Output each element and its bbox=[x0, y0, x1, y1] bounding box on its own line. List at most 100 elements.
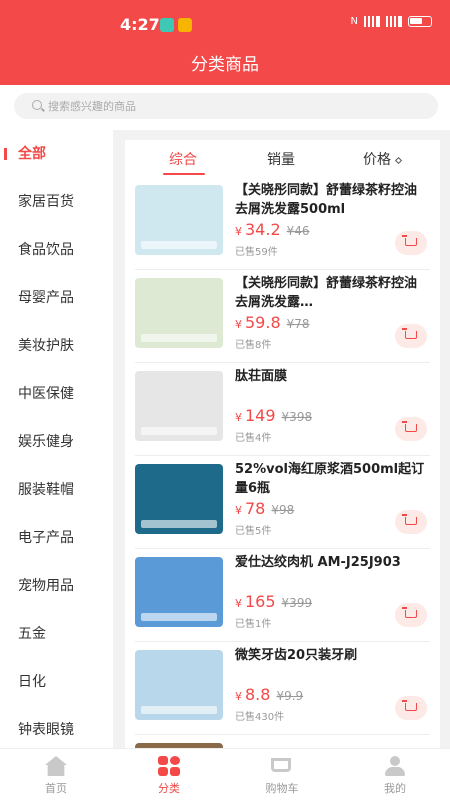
product-thumbnail bbox=[135, 371, 223, 441]
tab-category-label: 分类 bbox=[158, 782, 180, 795]
page-title: 分类商品 bbox=[191, 55, 259, 75]
search-placeholder: 搜索感兴趣的商品 bbox=[48, 100, 136, 113]
product-thumbnail bbox=[135, 278, 223, 348]
product-name: 【关晓彤同款】舒蕾绿茶籽控油去屑洗发露500ml bbox=[235, 183, 418, 217]
product-price: ¥34.2 ¥46 bbox=[235, 220, 310, 239]
status-indicators: N bbox=[351, 16, 432, 27]
product-thumbnail bbox=[135, 464, 223, 534]
product-item[interactable]: 52%vol海红原浆酒500ml起订量6瓶 ¥78 ¥98 已售5件 bbox=[125, 456, 440, 549]
sidebar-item-fitness[interactable]: 娱乐健身 bbox=[0, 418, 113, 466]
app-notification-icon bbox=[178, 18, 192, 32]
header-bar: 4:27 N 分类商品 bbox=[0, 0, 450, 85]
sort-price[interactable]: 价格 bbox=[363, 149, 403, 169]
sold-count: 已售430件 bbox=[235, 712, 285, 723]
shopping-cart-icon bbox=[271, 758, 291, 772]
cart-icon bbox=[402, 328, 417, 339]
sold-count: 已售59件 bbox=[235, 247, 278, 258]
product-price: ¥8.8 ¥9.9 bbox=[235, 685, 304, 704]
product-name: 肽荘面膜 bbox=[235, 369, 288, 384]
product-image-shape bbox=[141, 520, 217, 528]
battery-icon bbox=[408, 16, 432, 27]
product-price: ¥59.8 ¥78 bbox=[235, 313, 310, 332]
original-price: ¥398 bbox=[281, 410, 313, 424]
bottom-tab-bar: 首页 分类 购物车 我的 bbox=[0, 748, 450, 800]
tab-me[interactable]: 我的 bbox=[339, 749, 450, 800]
product-item[interactable] bbox=[125, 735, 440, 748]
cart-icon bbox=[402, 235, 417, 246]
product-price: ¥165 ¥399 bbox=[235, 592, 313, 611]
product-name: 微笑牙齿20只装牙刷 bbox=[235, 648, 358, 663]
sidebar-item-beauty[interactable]: 美妆护肤 bbox=[0, 322, 113, 370]
tab-category[interactable]: 分类 bbox=[113, 749, 225, 800]
sidebar-item-hardware[interactable]: 五金 bbox=[0, 610, 113, 658]
product-thumbnail bbox=[135, 557, 223, 627]
tab-home[interactable]: 首页 bbox=[0, 749, 112, 800]
sidebar-item-daily-chem[interactable]: 日化 bbox=[0, 658, 113, 706]
product-panel: 综合 销量 价格 【关晓彤同款】舒蕾绿茶籽控油去屑洗发露500ml ¥34.2 ¥… bbox=[125, 140, 440, 748]
product-name: 52%vol海红原浆酒500ml起订量6瓶 bbox=[235, 462, 425, 496]
cart-icon bbox=[402, 514, 417, 525]
sort-active-indicator bbox=[163, 173, 205, 175]
sidebar-item-all[interactable]: 全部 bbox=[0, 130, 113, 178]
sold-count: 已售4件 bbox=[235, 433, 272, 444]
category-sidebar: 全部 家居百货 食品饮品 母婴产品 美妆护肤 中医保健 娱乐健身 服装鞋帽 电子… bbox=[0, 130, 113, 748]
product-item[interactable]: 肽荘面膜 ¥149 ¥398 已售4件 bbox=[125, 363, 440, 456]
original-price: ¥9.9 bbox=[276, 689, 304, 703]
product-image-shape bbox=[141, 334, 217, 342]
cart-icon bbox=[402, 607, 417, 618]
tab-cart-label: 购物车 bbox=[265, 782, 299, 795]
sort-comprehensive[interactable]: 综合 bbox=[169, 149, 197, 169]
status-bar: 4:27 N bbox=[0, 0, 450, 40]
signal-icon bbox=[386, 16, 402, 27]
product-item[interactable]: 【关晓彤同款】舒蕾绿茶籽控油去屑洗发露500ml ¥34.2 ¥46 已售59件 bbox=[125, 177, 440, 270]
tab-home-label: 首页 bbox=[45, 782, 67, 795]
product-name: 爱仕达绞肉机 AM-J25J903 bbox=[235, 555, 401, 570]
sidebar-item-baby[interactable]: 母婴产品 bbox=[0, 274, 113, 322]
user-icon bbox=[384, 756, 406, 776]
sidebar-item-electronics[interactable]: 电子产品 bbox=[0, 514, 113, 562]
status-time: 4:27 bbox=[120, 15, 160, 34]
sold-count: 已售1件 bbox=[235, 619, 272, 630]
sidebar-item-food-drinks[interactable]: 食品饮品 bbox=[0, 226, 113, 274]
cart-icon bbox=[402, 700, 417, 711]
sidebar-item-pets[interactable]: 宠物用品 bbox=[0, 562, 113, 610]
original-price: ¥78 bbox=[286, 317, 310, 331]
product-image-shape bbox=[141, 706, 217, 714]
cart-icon bbox=[402, 421, 417, 432]
sort-sales[interactable]: 销量 bbox=[267, 149, 295, 169]
product-item[interactable]: 微笑牙齿20只装牙刷 ¥8.8 ¥9.9 已售430件 bbox=[125, 642, 440, 735]
search-input[interactable]: 搜索感兴趣的商品 bbox=[14, 93, 438, 119]
nfc-icon: N bbox=[350, 16, 358, 27]
add-to-cart-button[interactable] bbox=[395, 510, 427, 534]
product-image-shape bbox=[141, 613, 217, 621]
sidebar-item-home-goods[interactable]: 家居百货 bbox=[0, 178, 113, 226]
original-price: ¥399 bbox=[281, 596, 313, 610]
product-thumbnail bbox=[135, 650, 223, 720]
search-icon bbox=[32, 100, 42, 110]
add-to-cart-button[interactable] bbox=[395, 324, 427, 348]
sidebar-item-health[interactable]: 中医保健 bbox=[0, 370, 113, 418]
add-to-cart-button[interactable] bbox=[395, 231, 427, 255]
sort-bar: 综合 销量 价格 bbox=[125, 140, 440, 176]
add-to-cart-button[interactable] bbox=[395, 603, 427, 627]
product-image-shape bbox=[141, 241, 217, 249]
sold-count: 已售5件 bbox=[235, 526, 272, 537]
add-to-cart-button[interactable] bbox=[395, 696, 427, 720]
sort-price-label: 价格 bbox=[363, 152, 391, 168]
original-price: ¥98 bbox=[271, 503, 295, 517]
product-name: 【关晓彤同款】舒蕾绿茶籽控油去屑洗发露… bbox=[235, 276, 418, 310]
signal-icon bbox=[364, 16, 380, 27]
product-item[interactable]: 爱仕达绞肉机 AM-J25J903 ¥165 ¥399 已售1件 bbox=[125, 549, 440, 642]
sidebar-item-apparel[interactable]: 服装鞋帽 bbox=[0, 466, 113, 514]
original-price: ¥46 bbox=[286, 224, 310, 238]
sort-arrow-icon bbox=[394, 156, 403, 164]
app-notification-icon bbox=[160, 18, 174, 32]
product-image-shape bbox=[141, 427, 217, 435]
home-icon bbox=[45, 756, 67, 776]
product-item[interactable]: 【关晓彤同款】舒蕾绿茶籽控油去屑洗发露… ¥59.8 ¥78 已售8件 bbox=[125, 270, 440, 363]
add-to-cart-button[interactable] bbox=[395, 417, 427, 441]
category-icon bbox=[158, 756, 180, 776]
sidebar-item-watches[interactable]: 钟表眼镜 bbox=[0, 706, 113, 748]
tab-cart[interactable]: 购物车 bbox=[226, 749, 338, 800]
tab-me-label: 我的 bbox=[384, 782, 406, 795]
